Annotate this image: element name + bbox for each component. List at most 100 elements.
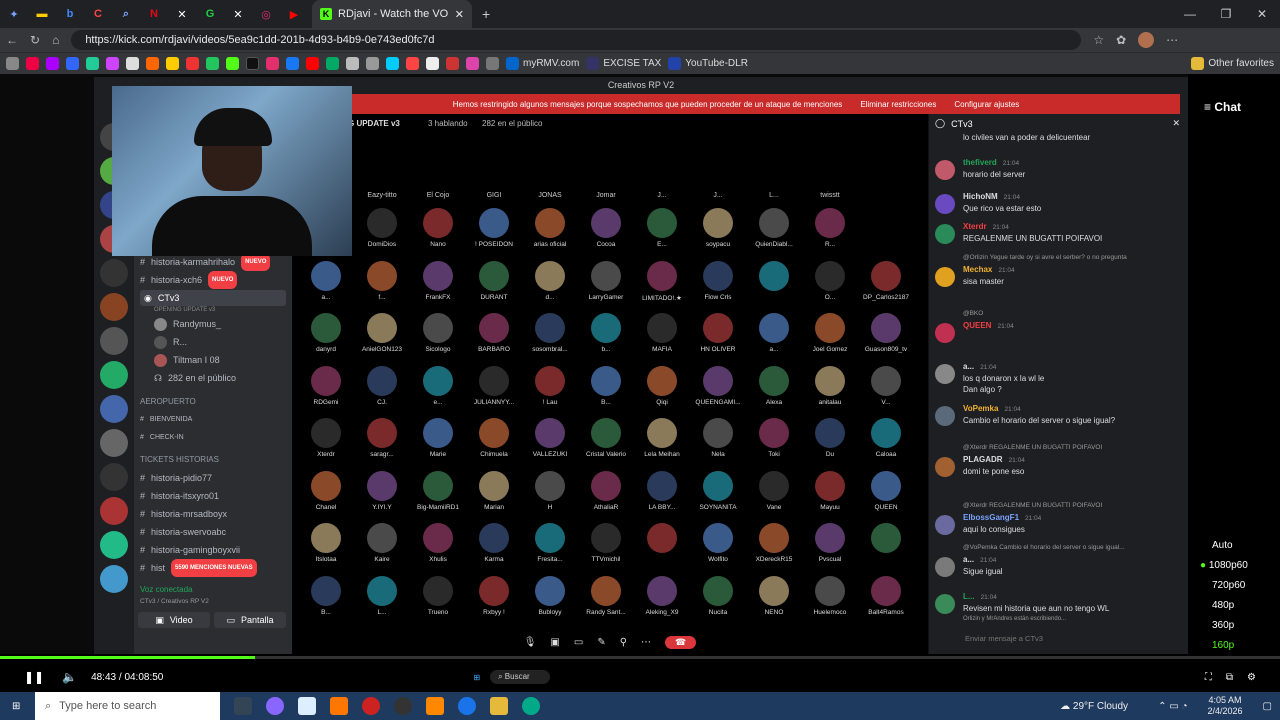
person-icon[interactable]: ⚲ bbox=[620, 637, 627, 648]
app-icon[interactable] bbox=[362, 697, 380, 715]
server-icon[interactable] bbox=[100, 565, 128, 593]
bookmark-icon[interactable] bbox=[186, 57, 199, 70]
vlc-icon[interactable] bbox=[426, 697, 444, 715]
profile-avatar[interactable] bbox=[1138, 32, 1155, 48]
participant-tile[interactable]: Lela Meihan bbox=[634, 418, 690, 470]
bookmark-icon[interactable] bbox=[126, 57, 139, 70]
participant-tile[interactable]: Xterdr bbox=[298, 418, 354, 470]
configure-settings-link[interactable]: Configurar ajustes bbox=[954, 100, 1019, 109]
participant-tile[interactable]: e... bbox=[410, 365, 466, 418]
tab-icon[interactable]: ✦ bbox=[0, 3, 28, 25]
participant-tile[interactable]: Fresita... bbox=[522, 523, 578, 575]
tab-icon[interactable]: ✕ bbox=[168, 3, 196, 25]
tab-icon[interactable]: N bbox=[140, 3, 168, 25]
seek-bar[interactable] bbox=[0, 654, 1280, 662]
tab-icon[interactable]: ▶ bbox=[280, 3, 308, 25]
participant-tile[interactable]: Nela bbox=[690, 418, 746, 470]
participant-tile[interactable] bbox=[746, 260, 802, 313]
participant-tile[interactable]: Mayuu bbox=[802, 470, 858, 523]
participant-tile[interactable]: LIMITADO!.★ bbox=[634, 260, 690, 313]
participant-tile[interactable]: E... bbox=[634, 208, 690, 260]
message-author[interactable]: a... 21:04 bbox=[963, 555, 996, 564]
participant-tile[interactable]: ! POSEIDON bbox=[466, 208, 522, 260]
quality-option[interactable]: 720p60 bbox=[1212, 580, 1245, 591]
message-author[interactable]: PLAGADR 21:04 bbox=[963, 455, 1025, 464]
channel-item[interactable]: # historia-xch6 NUEVO bbox=[140, 271, 238, 289]
participant-tile[interactable]: XDereckR15 bbox=[746, 523, 802, 575]
category-tickets[interactable]: TICKETS HISTORIAS bbox=[140, 452, 219, 468]
notification-icon[interactable]: ▢ bbox=[1263, 701, 1272, 712]
menu-icon[interactable]: ⋯ bbox=[1166, 33, 1178, 47]
bookmark-icon[interactable] bbox=[146, 57, 159, 70]
channel-item[interactable]: # historia-mrsadboyx bbox=[140, 506, 227, 522]
reload-icon[interactable]: ↻ bbox=[30, 33, 40, 47]
bookmark-icon[interactable] bbox=[386, 57, 399, 70]
hang-up-button[interactable]: ☎ bbox=[665, 635, 697, 649]
active-tab[interactable]: K RDjavi - Watch the VOD on Ki ✕ bbox=[312, 0, 472, 28]
participant-tile[interactable]: LarryGamer bbox=[578, 260, 634, 313]
participant-tile[interactable]: AthaliaR bbox=[578, 470, 634, 523]
mic-icon[interactable]: 🎙 bbox=[524, 637, 537, 648]
participant-tile[interactable]: Joel Gomez bbox=[802, 313, 858, 365]
channel-item[interactable]: # CHECK-IN bbox=[140, 430, 184, 446]
message-avatar[interactable] bbox=[935, 515, 955, 535]
app-icon[interactable] bbox=[266, 697, 284, 715]
settings-icon[interactable]: ⚙ bbox=[1247, 672, 1256, 683]
bookmark-icon[interactable] bbox=[306, 57, 319, 70]
channel-item[interactable]: # historia-pidio77 bbox=[140, 470, 212, 486]
message-author[interactable]: VoPemka 21:04 bbox=[963, 404, 1021, 413]
home-icon[interactable]: ⌂ bbox=[52, 33, 59, 47]
message-avatar[interactable] bbox=[935, 557, 955, 577]
server-icon[interactable] bbox=[100, 293, 128, 321]
participant-tile[interactable]: Qiqi bbox=[634, 365, 690, 418]
bookmark-icon[interactable] bbox=[326, 57, 339, 70]
channel-item[interactable]: # hist 5590 MENCIONES NUEVAS bbox=[140, 559, 257, 577]
edge-icon[interactable] bbox=[522, 697, 540, 715]
message-author[interactable]: QUEEN 21:04 bbox=[963, 321, 1014, 330]
participant-tile[interactable] bbox=[858, 523, 914, 575]
participant-tile[interactable]: Karma bbox=[466, 523, 522, 575]
reply-preview[interactable]: @VoPemka Cambio el horario del server o … bbox=[963, 544, 1125, 551]
participant-tile[interactable]: RDGemi bbox=[298, 365, 354, 418]
participant-tile[interactable]: SOYNANITA bbox=[690, 470, 746, 523]
participant-tile[interactable]: Cristal Valerio bbox=[578, 418, 634, 470]
participant-tile[interactable]: Sicologo bbox=[410, 313, 466, 365]
voice-channel-path[interactable]: CTv3 / Creativos RP V2 bbox=[140, 594, 209, 610]
tray-icons[interactable]: ⌃ ▭ ◔ bbox=[1158, 701, 1187, 712]
voice-user[interactable]: Randymus_ bbox=[154, 316, 221, 332]
participant-tile[interactable]: Itslotaa bbox=[298, 523, 354, 575]
folder-icon[interactable] bbox=[490, 697, 508, 715]
participant-tile[interactable]: Randy Sant... bbox=[578, 575, 634, 628]
participant-tile[interactable]: B... bbox=[298, 575, 354, 628]
participant-tile[interactable]: R... bbox=[802, 208, 858, 260]
top-speaker-name[interactable]: Jomar bbox=[578, 192, 634, 199]
clock[interactable]: 4:05 AM 2/4/2026 bbox=[1208, 695, 1243, 717]
participant-tile[interactable]: danyrd bbox=[298, 313, 354, 365]
bookmark-icon[interactable] bbox=[86, 57, 99, 70]
reply-preview[interactable]: @Orlizin Yegue tarde oy si avre el serbe… bbox=[963, 254, 1127, 261]
bookmark-myrmv[interactable]: myRMV.com bbox=[506, 57, 579, 70]
app-icon[interactable] bbox=[330, 697, 348, 715]
participant-tile[interactable]: B... bbox=[578, 365, 634, 418]
close-tab-icon[interactable]: ✕ bbox=[455, 8, 464, 21]
quality-option-selected[interactable]: ● 1080p60 bbox=[1200, 560, 1248, 571]
participant-tile[interactable]: Kaire bbox=[354, 523, 410, 575]
server-icon[interactable] bbox=[100, 395, 128, 423]
participant-tile[interactable]: ! Lau bbox=[522, 365, 578, 418]
camera-icon[interactable]: ▣ bbox=[550, 637, 559, 648]
message-author[interactable]: ElbossGangF1 21:04 bbox=[963, 513, 1041, 522]
top-speaker-name[interactable]: J... bbox=[634, 192, 690, 199]
remove-restrictions-link[interactable]: Eliminar restricciones bbox=[860, 100, 936, 109]
participant-tile[interactable]: Xhulis bbox=[410, 523, 466, 575]
bookmark-icon[interactable] bbox=[466, 57, 479, 70]
participant-tile[interactable]: TTVmichil bbox=[578, 523, 634, 575]
bookmark-icon[interactable] bbox=[6, 57, 19, 70]
tab-icon[interactable]: b bbox=[56, 3, 84, 25]
participant-tile[interactable]: QuienDiabl... bbox=[746, 208, 802, 260]
weather-widget[interactable]: ☁ 29°F Cloudy bbox=[1060, 701, 1128, 712]
message-avatar[interactable] bbox=[935, 323, 955, 343]
message-avatar[interactable] bbox=[935, 267, 955, 287]
channel-item[interactable]: # BIENVENIDA bbox=[140, 412, 192, 428]
bookmark-icon[interactable] bbox=[426, 57, 439, 70]
participant-tile[interactable]: Flow Crls bbox=[690, 260, 746, 313]
